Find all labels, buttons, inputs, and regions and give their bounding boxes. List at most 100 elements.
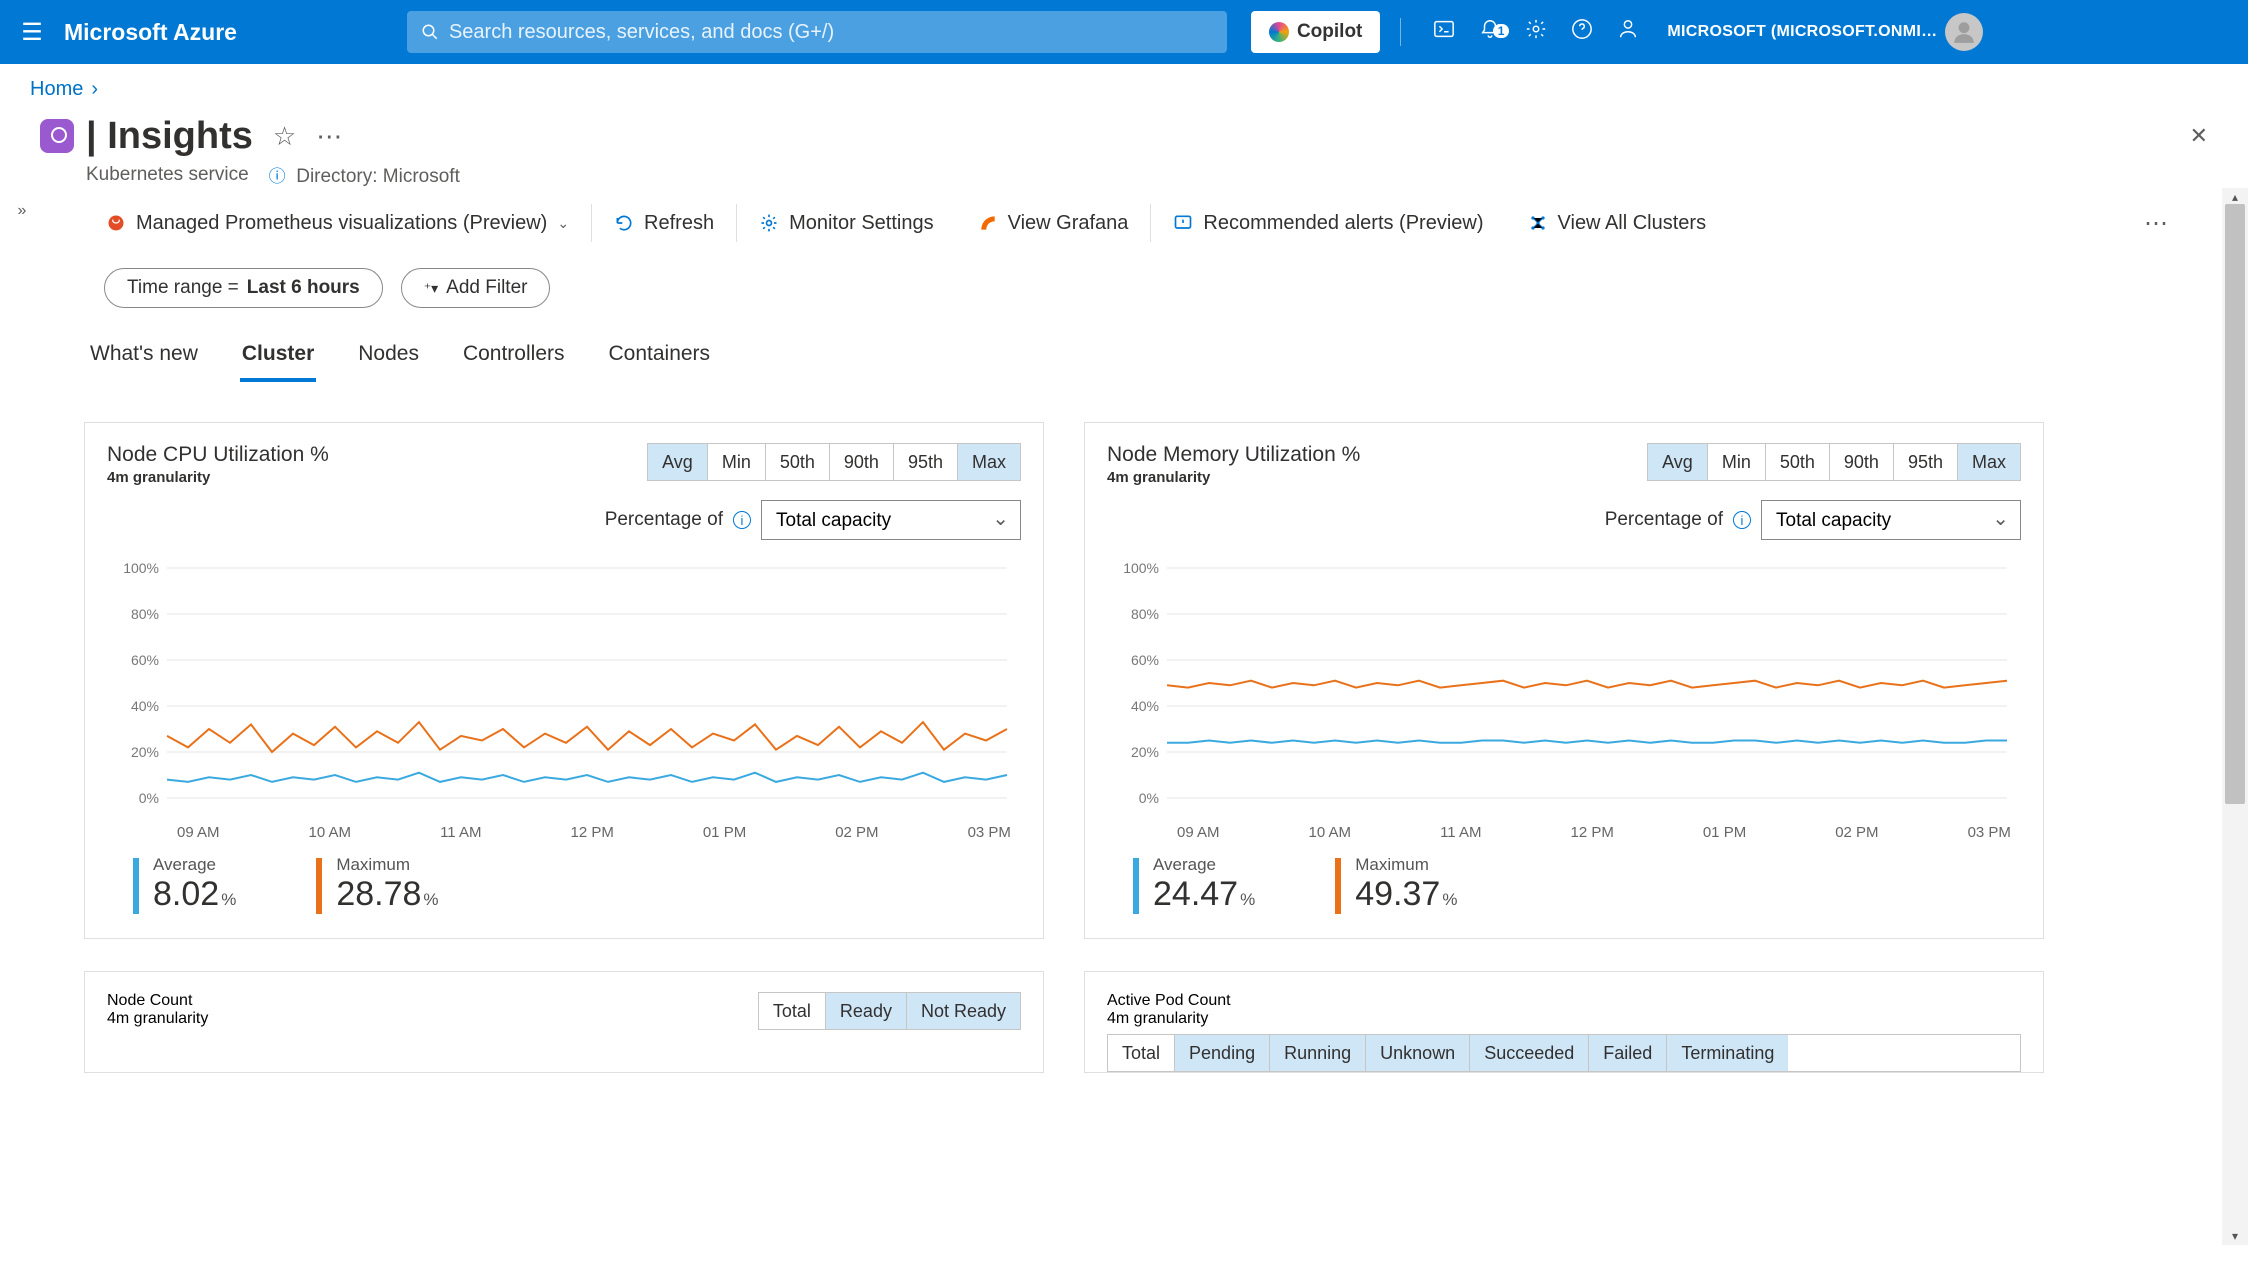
help-icon[interactable] — [1559, 18, 1605, 46]
tab-containers[interactable]: Containers — [607, 334, 713, 382]
more-icon[interactable]: ⋯ — [316, 121, 342, 152]
insights-icon — [28, 115, 86, 158]
avatar[interactable] — [1945, 13, 1983, 51]
x-axis-ticks: 09 AM10 AM11 AM12 PM01 PM02 PM03 PM — [177, 824, 1011, 841]
agg-min[interactable]: Min — [1707, 444, 1765, 480]
feedback-icon[interactable] — [1605, 18, 1651, 46]
seg-running[interactable]: Running — [1269, 1035, 1365, 1071]
node-status-selector: Total Ready Not Ready — [758, 992, 1021, 1030]
agg-avg[interactable]: Avg — [1648, 444, 1707, 480]
agg-avg[interactable]: Avg — [648, 444, 707, 480]
agg-50th[interactable]: 50th — [1765, 444, 1829, 480]
expand-sidebar-icon[interactable]: » — [0, 188, 44, 1245]
refresh-icon — [614, 213, 634, 233]
chevron-down-icon: ⌄ — [557, 215, 569, 232]
seg-total[interactable]: Total — [1108, 1035, 1174, 1071]
settings-icon[interactable] — [1513, 18, 1559, 46]
seg-total[interactable]: Total — [759, 993, 825, 1029]
info-icon: ⓘ — [269, 167, 286, 186]
scroll-thumb[interactable] — [2225, 204, 2245, 804]
svg-text:20%: 20% — [131, 744, 159, 760]
seg-unknown[interactable]: Unknown — [1365, 1035, 1469, 1071]
scroll-down-icon[interactable]: ▾ — [2222, 1229, 2248, 1243]
legend-maximum: Maximum28.78% — [316, 855, 438, 914]
separator — [1400, 18, 1401, 46]
svg-text:40%: 40% — [131, 698, 159, 714]
percentage-of-label: Percentage of — [605, 509, 723, 531]
agg-50th[interactable]: 50th — [765, 444, 829, 480]
info-icon[interactable]: i — [733, 511, 751, 529]
seg-terminating[interactable]: Terminating — [1666, 1035, 1788, 1071]
cloud-shell-icon[interactable] — [1421, 18, 1467, 46]
filter-row: Time range = Last 6 hours ⁺▾ Add Filter — [104, 268, 2208, 308]
grafana-icon — [978, 213, 998, 233]
copilot-button[interactable]: Copilot — [1251, 11, 1380, 53]
seg-failed[interactable]: Failed — [1588, 1035, 1666, 1071]
recommended-alerts-button[interactable]: Recommended alerts (Preview) — [1151, 203, 1505, 243]
agg-max[interactable]: Max — [957, 444, 1020, 480]
search-icon — [421, 23, 439, 41]
close-icon[interactable]: ✕ — [2190, 123, 2208, 149]
memory-chart[interactable]: 0%20%40%60%80%100% — [1107, 558, 2021, 818]
monitor-settings-button[interactable]: Monitor Settings — [737, 203, 956, 243]
view-grafana-button[interactable]: View Grafana — [956, 203, 1151, 243]
add-filter-icon: ⁺▾ — [424, 280, 438, 297]
card-node-cpu: Node CPU Utilization % 4m granularity Av… — [84, 422, 1044, 939]
seg-ready[interactable]: Ready — [825, 993, 906, 1029]
agg-95th[interactable]: 95th — [1893, 444, 1957, 480]
percentage-of-select[interactable]: Total capacity — [1761, 500, 2021, 540]
breadcrumb: Home › — [0, 64, 2248, 101]
scrollbar[interactable]: ▴ ▾ — [2222, 188, 2248, 1245]
info-icon[interactable]: i — [1733, 511, 1751, 529]
insights-tabs: What's new Cluster Nodes Controllers Con… — [88, 334, 2208, 382]
svg-text:20%: 20% — [1131, 744, 1159, 760]
svg-text:40%: 40% — [1131, 698, 1159, 714]
agg-min[interactable]: Min — [707, 444, 765, 480]
svg-text:60%: 60% — [1131, 652, 1159, 668]
tab-nodes[interactable]: Nodes — [356, 334, 421, 382]
add-filter-pill[interactable]: ⁺▾ Add Filter — [401, 268, 551, 308]
card-title: Node Memory Utilization % — [1107, 443, 1360, 467]
search-input[interactable] — [449, 21, 1213, 44]
toolbar-overflow-icon[interactable]: ⋯ — [2144, 209, 2208, 238]
x-axis-ticks: 09 AM10 AM11 AM12 PM01 PM02 PM03 PM — [1177, 824, 2011, 841]
seg-not-ready[interactable]: Not Ready — [906, 993, 1020, 1029]
card-granularity: 4m granularity — [1107, 469, 1360, 486]
insights-toolbar: Managed Prometheus visualizations (Previ… — [84, 188, 2208, 258]
scroll-up-icon[interactable]: ▴ — [2222, 190, 2248, 204]
svg-text:80%: 80% — [131, 606, 159, 622]
refresh-button[interactable]: Refresh — [592, 203, 736, 243]
agg-90th[interactable]: 90th — [1829, 444, 1893, 480]
seg-succeeded[interactable]: Succeeded — [1469, 1035, 1588, 1071]
card-active-pod-count: Active Pod Count 4m granularity Total Pe… — [1084, 971, 2044, 1073]
legend-average: Average24.47% — [1133, 855, 1255, 914]
agg-90th[interactable]: 90th — [829, 444, 893, 480]
aggregation-selector: Avg Min 50th 90th 95th Max — [647, 443, 1021, 481]
view-all-clusters-button[interactable]: View All Clusters — [1506, 203, 1729, 243]
tab-whats-new[interactable]: What's new — [88, 334, 200, 382]
tab-cluster[interactable]: Cluster — [240, 334, 316, 382]
svg-text:0%: 0% — [139, 790, 159, 806]
agg-max[interactable]: Max — [1957, 444, 2020, 480]
hamburger-icon[interactable]: ☰ — [0, 18, 64, 47]
global-search[interactable] — [407, 11, 1227, 53]
prometheus-visualizations-button[interactable]: Managed Prometheus visualizations (Previ… — [84, 203, 591, 243]
account-label[interactable]: MICROSOFT (MICROSOFT.ONMI… — [1667, 23, 1937, 41]
directory-label: Directory: Microsoft — [296, 166, 460, 187]
svg-text:80%: 80% — [1131, 606, 1159, 622]
agg-95th[interactable]: 95th — [893, 444, 957, 480]
page-header: | Insights ☆ ⋯ Kubernetes service ⓘ Dire… — [0, 101, 2248, 188]
card-title: Active Pod Count — [1107, 992, 1231, 1010]
card-granularity: 4m granularity — [1107, 1010, 1231, 1028]
cpu-chart[interactable]: 0%20%40%60%80%100% — [107, 558, 1021, 818]
tab-controllers[interactable]: Controllers — [461, 334, 567, 382]
favorite-icon[interactable]: ☆ — [273, 121, 296, 152]
breadcrumb-home[interactable]: Home — [30, 78, 83, 101]
clusters-icon — [1528, 213, 1548, 233]
time-range-pill[interactable]: Time range = Last 6 hours — [104, 268, 383, 308]
seg-pending[interactable]: Pending — [1174, 1035, 1269, 1071]
card-title: Node Count — [107, 992, 208, 1010]
notifications-icon[interactable]: 1 — [1467, 18, 1513, 46]
main-pane: Managed Prometheus visualizations (Previ… — [44, 188, 2248, 1245]
percentage-of-select[interactable]: Total capacity — [761, 500, 1021, 540]
